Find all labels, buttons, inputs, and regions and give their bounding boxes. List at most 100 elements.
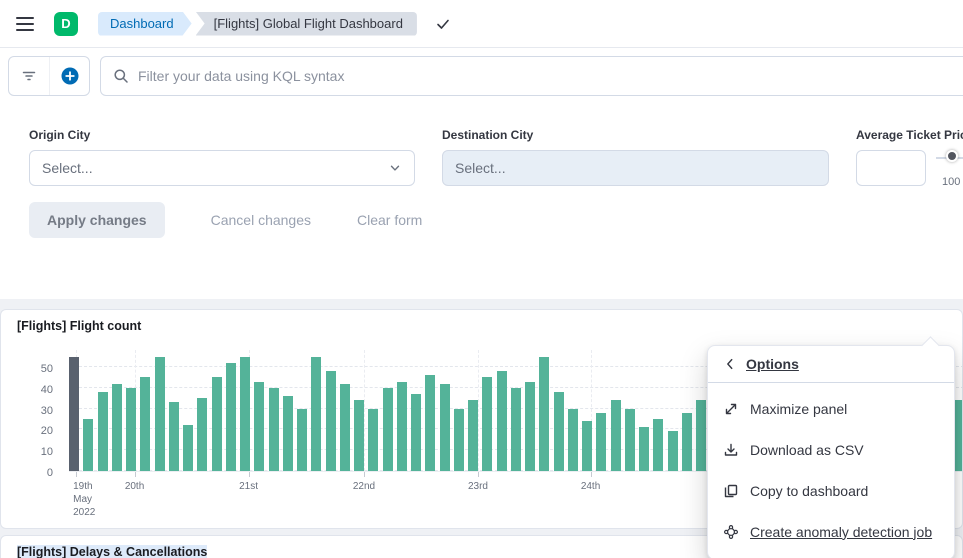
add-filter-button[interactable]: [49, 57, 89, 95]
chart-bar[interactable]: [696, 400, 706, 471]
chart-bar[interactable]: [440, 384, 450, 471]
chart-bar[interactable]: [625, 409, 635, 471]
menu-item-maximize-panel[interactable]: Maximize panel: [708, 388, 954, 429]
breadcrumb-current-dashboard[interactable]: [Flights] Global Flight Dashboard: [196, 12, 417, 36]
chart-bar[interactable]: [326, 371, 336, 471]
ticket-price-label: Average Ticket Price: [856, 128, 963, 142]
maximize-icon: [723, 401, 739, 417]
chart-bar[interactable]: [539, 357, 549, 471]
destination-city-select[interactable]: Select...: [442, 150, 829, 186]
chart-bar[interactable]: [525, 382, 535, 471]
chevron-down-icon: [388, 161, 402, 175]
menu-item-copy-to-dashboard[interactable]: Copy to dashboard: [708, 470, 954, 511]
chart-bar[interactable]: [454, 409, 464, 471]
origin-city-select[interactable]: Select...: [29, 150, 415, 186]
filter-icon: [21, 68, 37, 84]
chart-bar[interactable]: [554, 392, 564, 471]
chart-bar[interactable]: [596, 413, 606, 471]
chart-bar[interactable]: [126, 388, 136, 471]
chart-bar[interactable]: [511, 388, 521, 471]
chart-bar[interactable]: [83, 419, 93, 471]
chart-bar[interactable]: [425, 375, 435, 471]
chart-bar[interactable]: [653, 419, 663, 471]
saved-state-menu-button[interactable]: [435, 16, 451, 32]
x-tick-label: 19thMay2022: [73, 480, 117, 519]
y-tick-label: 40: [41, 384, 53, 396]
chart-bar[interactable]: [240, 357, 250, 471]
kibana-dashboard-app: D Dashboard [Flights] Global Flight Dash…: [0, 0, 963, 558]
chart-bar[interactable]: [568, 409, 578, 471]
chart-bar[interactable]: [639, 427, 649, 471]
controls-form-actions: Apply changes Cancel changes Clear form: [29, 202, 963, 238]
cancel-changes-button[interactable]: Cancel changes: [211, 212, 311, 228]
chart-bar[interactable]: [411, 394, 421, 471]
panel-options-menu: Options Maximize panel Download as CSV C…: [707, 345, 955, 558]
options-menu-title: Options: [746, 356, 799, 372]
options-menu-header[interactable]: Options: [708, 346, 954, 383]
chart-bar[interactable]: [212, 377, 222, 471]
clear-form-button[interactable]: Clear form: [357, 212, 422, 228]
chart-bar[interactable]: [297, 409, 307, 471]
chart-bar[interactable]: [582, 421, 592, 471]
menu-item-create-anomaly-job[interactable]: Create anomaly detection job: [708, 511, 954, 552]
menu-button[interactable]: [10, 11, 40, 37]
chart-bar[interactable]: [155, 357, 165, 471]
chart-bar[interactable]: [183, 425, 193, 471]
chart-bar[interactable]: [383, 388, 393, 471]
chart-bar[interactable]: [98, 392, 108, 471]
hamburger-icon: [16, 17, 34, 31]
chart-bar[interactable]: [368, 409, 378, 471]
menu-item-label: Copy to dashboard: [750, 483, 868, 499]
chart-bar[interactable]: [169, 402, 179, 471]
chart-y-axis: 01020304050: [21, 350, 61, 472]
breadcrumb-dashboard[interactable]: Dashboard: [98, 12, 192, 36]
slider-tick-label: 100: [942, 176, 960, 188]
origin-city-value: Select...: [42, 160, 93, 176]
menu-item-label: Download as CSV: [750, 442, 864, 458]
chart-bar[interactable]: [682, 413, 692, 471]
download-icon: [723, 442, 739, 458]
destination-city-value: Select...: [455, 160, 506, 176]
delays-panel-title-text: [Flights] Delays & Cancellations: [17, 545, 207, 558]
chart-bar[interactable]: [611, 400, 621, 471]
y-tick-label: 20: [41, 425, 53, 437]
destination-city-label: Destination City: [442, 128, 829, 142]
apply-changes-button[interactable]: Apply changes: [29, 202, 165, 238]
chart-bar[interactable]: [497, 371, 507, 471]
query-bar: [0, 48, 963, 104]
filter-button-group: [8, 56, 90, 96]
y-tick-label: 50: [41, 363, 53, 375]
space-avatar[interactable]: D: [54, 12, 78, 36]
chart-bar[interactable]: [269, 388, 279, 471]
chart-bar[interactable]: [397, 382, 407, 471]
chart-bar[interactable]: [468, 400, 478, 471]
top-section: D Dashboard [Flights] Global Flight Dash…: [0, 0, 963, 299]
search-icon: [113, 68, 129, 84]
chart-bar[interactable]: [197, 398, 207, 471]
chart-bar[interactable]: [311, 357, 321, 471]
chart-bar[interactable]: [340, 384, 350, 471]
kql-search-input[interactable]: [138, 68, 952, 84]
ticket-price-min-input[interactable]: [856, 150, 926, 186]
chart-bar[interactable]: [354, 400, 364, 471]
chart-bar[interactable]: [226, 363, 236, 471]
chart-bar[interactable]: [254, 382, 264, 471]
menu-item-label: Maximize panel: [750, 401, 847, 417]
flight-count-panel-title[interactable]: [Flights] Flight count: [1, 310, 962, 333]
chart-bar[interactable]: [69, 357, 79, 471]
y-tick-label: 0: [47, 467, 53, 479]
x-tick-label: 20th: [119, 480, 151, 493]
x-tick-label: 21st: [233, 480, 265, 493]
slider-handle[interactable]: [946, 150, 958, 162]
chart-bar[interactable]: [112, 384, 122, 471]
chart-bar[interactable]: [668, 431, 678, 471]
options-menu-list: Maximize panel Download as CSV Copy to d…: [708, 383, 954, 558]
kql-search-box: [100, 56, 963, 96]
saved-query-menu-button[interactable]: [9, 57, 49, 95]
chart-bar[interactable]: [140, 377, 150, 471]
menu-item-label: Create anomaly detection job: [750, 524, 932, 540]
chart-bar[interactable]: [283, 396, 293, 471]
chart-bar[interactable]: [482, 377, 492, 471]
menu-item-download-csv[interactable]: Download as CSV: [708, 429, 954, 470]
ticket-price-slider: 100: [936, 150, 963, 186]
